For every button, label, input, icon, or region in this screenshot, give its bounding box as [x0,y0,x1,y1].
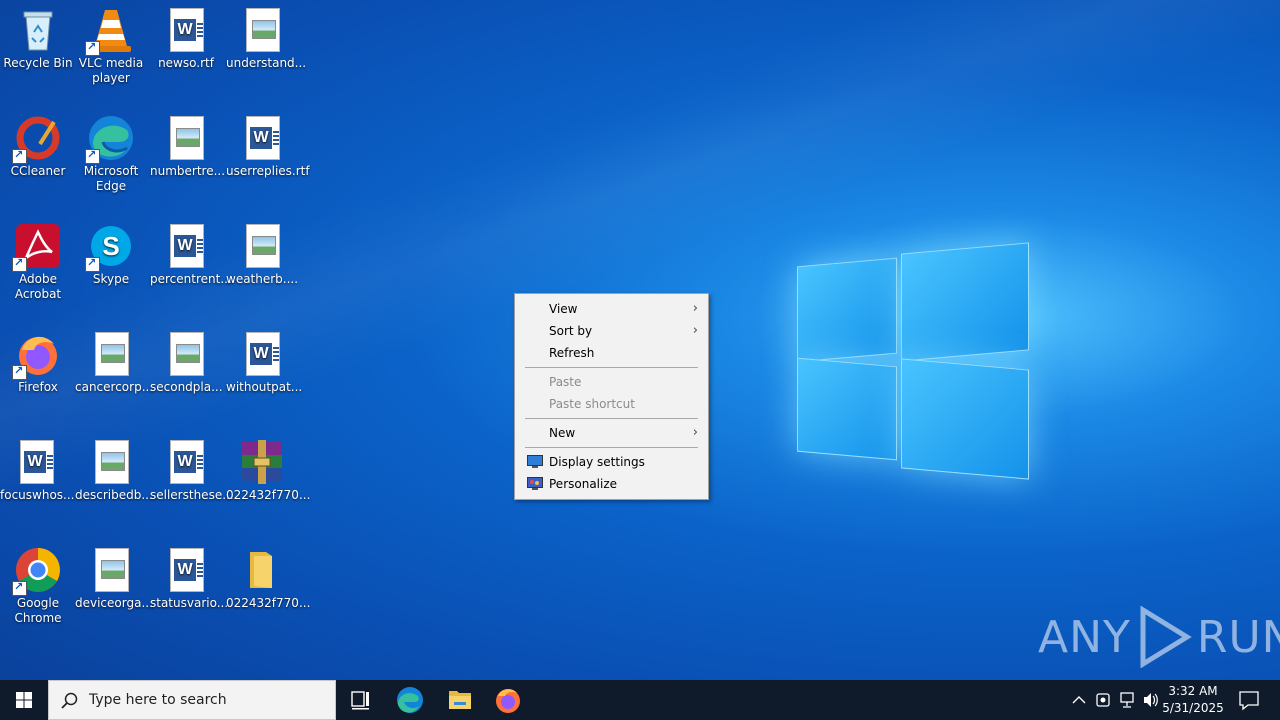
desktop-icon-folder[interactable]: 022432f770... [224,540,310,611]
desktop-icon-google-chrome[interactable]: Google Chrome [0,540,76,626]
network-icon [1120,692,1134,708]
word-document-icon: W [162,438,210,486]
chevron-up-icon [1072,696,1086,704]
image-document-icon [162,114,210,162]
desktop-icon-statusvario[interactable]: W statusvario... [148,540,228,611]
menu-item-personalize[interactable]: Personalize [517,473,706,495]
image-document-icon [162,330,210,378]
ccleaner-icon [12,114,62,164]
word-document-icon: W [238,114,286,162]
task-view-icon [351,691,369,710]
personalize-icon [527,477,543,490]
image-document-icon [238,6,286,54]
desktop-icon-firefox[interactable]: Firefox [0,324,76,395]
menu-item-sort-by[interactable]: Sort by › [517,320,706,342]
word-document-icon: W [12,438,60,486]
desktop-icon-sellersthese[interactable]: W sellersthese... [148,432,234,503]
winrar-archive-icon [238,438,286,486]
menu-separator [525,367,698,368]
menu-item-display-settings[interactable]: Display settings [517,451,706,473]
desktop-icon-numbertre[interactable]: numbertre... [148,108,225,179]
taskbar-file-explorer-button[interactable] [436,680,484,720]
volume-button[interactable] [1140,680,1162,720]
image-document-icon [87,546,135,594]
desktop-icon-describedb[interactable]: describedb... [73,432,153,503]
taskbar-firefox-button[interactable] [484,680,532,720]
show-hidden-icons-button[interactable] [1068,680,1090,720]
menu-item-paste-shortcut[interactable]: Paste shortcut [517,393,706,415]
adobe-acrobat-icon [12,222,62,272]
recycle-bin-icon [14,6,62,54]
windows-start-icon [16,692,32,708]
chevron-right-icon: › [692,323,698,338]
taskbar: Type here to search 3:32 AM 5/31/2025 [0,680,1280,720]
taskbar-search-box[interactable]: Type here to search [48,680,336,720]
firefox-icon [496,689,520,713]
desktop-icon-microsoft-edge[interactable]: Microsoft Edge [73,108,149,194]
desktop-icon-cancercorp[interactable]: cancercorp... [73,324,153,395]
image-document-icon [87,438,135,486]
word-document-icon: W [162,222,210,270]
taskbar-edge-button[interactable] [386,680,434,720]
desktop-icon-deviceorga[interactable]: deviceorga... [73,540,153,611]
desktop-icon-understand[interactable]: understand... [224,0,306,71]
menu-item-view[interactable]: View › [517,298,706,320]
desktop-icon-newso[interactable]: W newso.rtf [148,0,224,71]
vlc-cone-icon [85,6,135,56]
desktop-icon-withoutpat[interactable]: W withoutpat... [224,324,302,395]
chrome-icon [12,546,62,596]
menu-separator [525,447,698,448]
desktop-icon-adobe-acrobat[interactable]: Adobe Acrobat [0,216,76,302]
taskbar-clock[interactable]: 3:32 AM 5/31/2025 [1160,683,1226,717]
task-view-button[interactable] [336,680,384,720]
skype-icon: S [85,222,135,272]
firefox-icon [12,330,62,380]
svg-text:S: S [102,231,119,261]
edge-icon [85,114,135,164]
notification-icon [1239,691,1259,711]
tray-meet-now-button[interactable] [1092,680,1114,720]
desktop-icon-vlc[interactable]: VLC media player [73,0,149,86]
display-icon [527,455,543,468]
desktop-icon-winrar-archive[interactable]: 022432f770... [224,432,310,503]
desktop-icon-userreplies[interactable]: W userreplies.rtf [224,108,310,179]
clock-time: 3:32 AM [1168,684,1218,698]
menu-item-paste[interactable]: Paste [517,371,706,393]
search-icon [61,692,78,709]
word-document-icon: W [238,330,286,378]
word-document-icon: W [162,6,210,54]
menu-item-new[interactable]: New › [517,422,706,444]
image-document-icon [87,330,135,378]
tray-app-icon [1096,693,1110,707]
chevron-right-icon: › [692,301,698,316]
clock-date: 5/31/2025 [1162,701,1224,715]
start-button[interactable] [0,680,48,720]
desktop-icon-percentrent[interactable]: W percentrent... [148,216,232,287]
desktop-icon-recycle-bin[interactable]: Recycle Bin [0,0,76,71]
desktop-icon-skype[interactable]: S Skype [73,216,149,287]
desktop-context-menu: View › Sort by › Refresh Paste Paste sho… [514,293,709,500]
edge-icon [397,687,423,713]
chevron-right-icon: › [692,425,698,440]
menu-separator [525,418,698,419]
word-document-icon: W [162,546,210,594]
desktop-icon-weatherb[interactable]: weatherb.... [224,216,300,287]
windows-wallpaper-logo [795,240,1030,480]
folder-icon [449,691,471,709]
desktop-icon-focuswhos[interactable]: W focuswhos... [0,432,74,503]
volume-icon [1144,693,1158,707]
menu-item-refresh[interactable]: Refresh [517,342,706,364]
desktop-icon-secondpla[interactable]: secondpla... [148,324,224,395]
image-document-icon [238,222,286,270]
action-center-button[interactable] [1230,680,1266,720]
desktop-icon-ccleaner[interactable]: CCleaner [0,108,76,179]
network-button[interactable] [1116,680,1138,720]
anyrun-watermark: ANY RUN [1038,606,1280,668]
folder-icon [238,546,286,594]
